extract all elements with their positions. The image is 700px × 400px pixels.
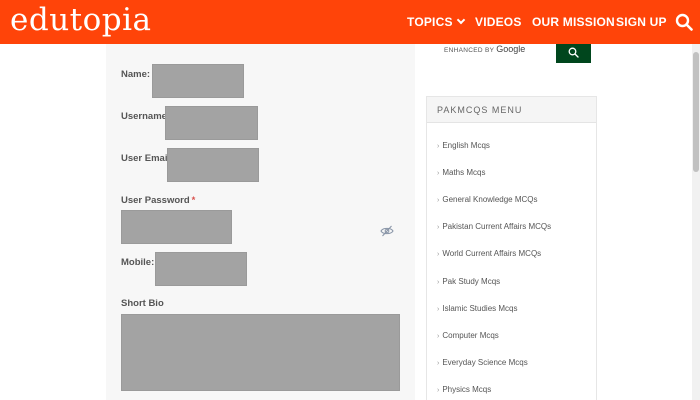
chevron-right-icon: › <box>437 251 440 258</box>
chevron-right-icon: › <box>437 197 440 204</box>
chevron-right-icon: › <box>437 224 440 231</box>
google-search-branding: ENHANCED BY Google <box>444 44 526 54</box>
search-button[interactable] <box>556 44 591 63</box>
search-icon[interactable] <box>675 13 693 31</box>
password-input[interactable] <box>121 210 232 244</box>
name-input[interactable] <box>152 64 244 98</box>
menu-item-world-current-affairs[interactable]: › World Current Affairs MCQs <box>437 249 541 258</box>
username-input[interactable] <box>165 106 258 140</box>
nav-videos[interactable]: VIDEOS <box>475 15 522 29</box>
nav-our-mission[interactable]: OUR MISSION <box>532 15 615 29</box>
chevron-right-icon: › <box>437 279 440 286</box>
nav-topics[interactable]: TOPICS <box>407 15 465 29</box>
nav-topics-label: TOPICS <box>407 15 453 29</box>
edutopia-logo[interactable]: edutopia <box>10 2 152 38</box>
password-label: User Password * <box>121 195 196 206</box>
menu-item-pak-study[interactable]: › Pak Study Mcqs <box>437 277 500 286</box>
chevron-right-icon: › <box>437 143 440 150</box>
chevron-right-icon: › <box>437 387 440 394</box>
eye-slash-icon[interactable] <box>380 224 394 238</box>
menu-item-islamic-studies[interactable]: › Islamic Studies Mcqs <box>437 304 517 313</box>
name-label: Name:* <box>121 69 156 80</box>
menu-item-physics-mcqs[interactable]: › Physics Mcqs <box>437 385 491 394</box>
menu-item-english-mcqs[interactable]: › English Mcqs <box>437 141 490 150</box>
top-nav-bar: edutopia TOPICS VIDEOS OUR MISSION SIGN … <box>0 0 700 44</box>
menu-item-everyday-science[interactable]: › Everyday Science Mcqs <box>437 358 528 367</box>
menu-item-pakistan-current-affairs[interactable]: › Pakistan Current Affairs MCQs <box>437 222 551 231</box>
menu-item-computer-mcqs[interactable]: › Computer Mcqs <box>437 331 499 340</box>
nav-sign-up[interactable]: SIGN UP <box>616 15 667 29</box>
pakmcqs-menu: PAKMCQS MENU › English Mcqs › Maths Mcqs ›… <box>426 96 597 400</box>
mobile-input[interactable] <box>155 252 247 286</box>
menu-item-maths-mcqs[interactable]: › Maths Mcqs <box>437 168 485 177</box>
menu-item-general-knowledge[interactable]: › General Knowledge MCQs <box>437 195 538 204</box>
menu-header: PAKMCQS MENU <box>427 97 596 123</box>
menu-title: PAKMCQS MENU <box>437 105 523 115</box>
chevron-right-icon: › <box>437 170 440 177</box>
scrollbar-thumb[interactable] <box>693 52 699 172</box>
page-scrollbar[interactable] <box>692 44 700 400</box>
chevron-right-icon: › <box>437 360 440 367</box>
short-bio-textarea[interactable] <box>121 314 400 391</box>
email-input[interactable] <box>167 148 259 182</box>
short-bio-label: Short Bio <box>121 298 164 309</box>
required-mark: * <box>191 195 196 206</box>
chevron-down-icon <box>456 15 465 25</box>
search-icon <box>568 47 579 58</box>
chevron-right-icon: › <box>437 333 440 340</box>
chevron-right-icon: › <box>437 306 440 313</box>
